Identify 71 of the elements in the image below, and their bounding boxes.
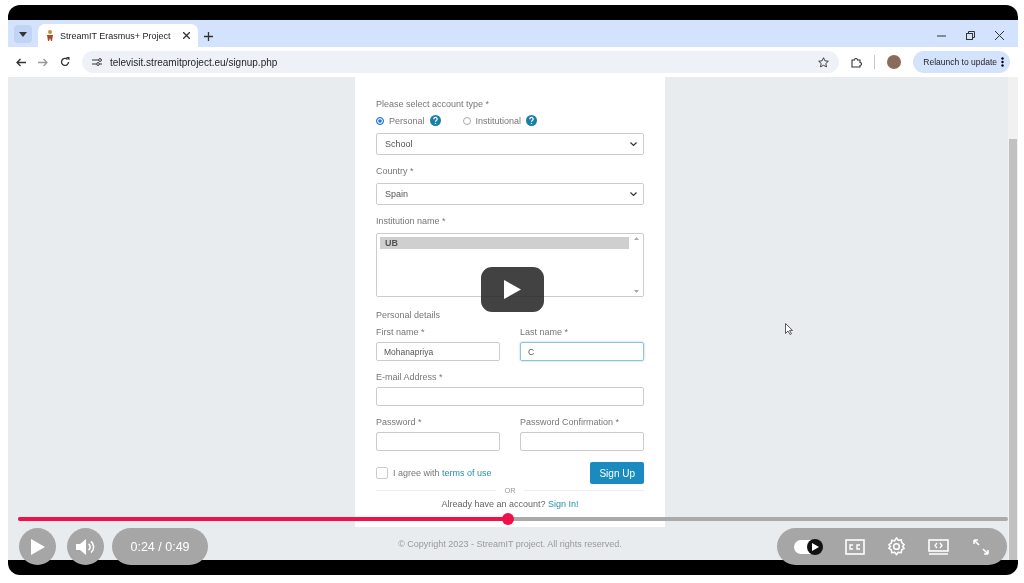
play-icon — [504, 280, 521, 299]
star-icon[interactable] — [818, 56, 830, 68]
more-vertical-icon[interactable] — [1001, 57, 1004, 67]
back-arrow-icon[interactable] — [16, 57, 26, 67]
checkbox[interactable] — [376, 467, 388, 479]
field-label: Country * — [376, 166, 415, 176]
person-icon — [46, 30, 54, 41]
section-title: Personal details — [376, 310, 442, 320]
radio-label[interactable]: Institutional — [475, 115, 522, 126]
tab-search-button[interactable] — [14, 25, 32, 43]
chevron-down-icon — [630, 191, 637, 197]
forward-arrow-icon[interactable] — [38, 57, 48, 67]
field-label: Last name * — [520, 327, 570, 337]
address-bar[interactable]: televisit.streamitproject.eu/signup.php — [82, 51, 840, 73]
help-icon[interactable] — [526, 115, 538, 126]
scroll-down-icon[interactable] — [634, 290, 639, 293]
reload-icon[interactable] — [60, 57, 70, 67]
input-field[interactable] — [376, 387, 644, 406]
sign-in-link[interactable]: Sign In! — [548, 499, 579, 509]
miniplayer-button[interactable] — [928, 538, 950, 555]
list-box[interactable]: UB — [376, 233, 644, 297]
new-tab-icon[interactable] — [204, 32, 213, 41]
play-icon — [811, 542, 819, 551]
sign-in-prompt: Already have an account? Sign In! — [440, 499, 580, 509]
input-field[interactable] — [520, 432, 644, 451]
dropdown[interactable]: Spain — [376, 183, 644, 205]
captions-icon — [844, 538, 865, 555]
restore-icon[interactable] — [966, 31, 975, 40]
scroll-up-icon[interactable] — [634, 237, 639, 240]
big-play-button[interactable] — [481, 267, 544, 312]
settings-button[interactable] — [886, 537, 906, 556]
input-field[interactable]: Mohanapriya — [376, 342, 500, 361]
profile-avatar[interactable] — [887, 55, 902, 69]
terms-link[interactable]: terms of use — [442, 468, 492, 478]
field-label: Institution name * — [376, 216, 447, 226]
help-icon[interactable] — [429, 115, 441, 126]
radio-button[interactable] — [462, 116, 471, 125]
dropdown[interactable]: School — [376, 133, 644, 155]
play-icon — [30, 538, 45, 555]
field-label: E-mail Address * — [376, 372, 444, 382]
scrollbar-thumb[interactable] — [1009, 139, 1017, 560]
autoplay-toggle[interactable] — [794, 539, 823, 554]
radio-label[interactable]: Personal — [389, 115, 425, 126]
terms-text: I agree with terms of use — [393, 468, 492, 478]
play-button[interactable] — [19, 528, 56, 565]
sign-up-button[interactable]: Sign Up — [590, 462, 644, 484]
field-label: First name * — [376, 327, 426, 337]
browser-tab[interactable]: StreamIT Erasmus+ Project — [38, 24, 198, 47]
volume-button[interactable] — [67, 528, 104, 565]
miniplayer-icon — [928, 538, 950, 555]
scrollbar[interactable] — [1008, 77, 1018, 560]
chevron-down-icon — [630, 141, 637, 147]
settings-icon — [886, 537, 906, 556]
relaunch-button[interactable]: Relaunch to update — [913, 51, 1010, 73]
fullscreen-button[interactable] — [971, 537, 990, 556]
speaker-icon — [75, 538, 96, 555]
time-display: 0:24 / 0:49 — [112, 528, 208, 565]
close-icon[interactable] — [183, 32, 190, 39]
mouse-pointer-icon — [785, 323, 793, 335]
list-option[interactable]: UB — [380, 237, 629, 249]
puzzle-icon[interactable] — [851, 56, 863, 68]
field-label: Password * — [376, 417, 423, 427]
field-label: Password Confirmation * — [520, 417, 621, 427]
close-icon[interactable] — [995, 31, 1004, 40]
input-field[interactable] — [376, 432, 500, 451]
expand-arrows-icon — [971, 537, 990, 556]
copyright-text: © Copyright 2023 - StreamIT project. All rights reserved. — [398, 539, 622, 549]
chevron-down-icon — [19, 31, 27, 37]
field-label: Please select account type * — [376, 99, 491, 109]
input-field[interactable]: C — [520, 342, 644, 361]
site-settings-icon[interactable] — [92, 58, 102, 66]
